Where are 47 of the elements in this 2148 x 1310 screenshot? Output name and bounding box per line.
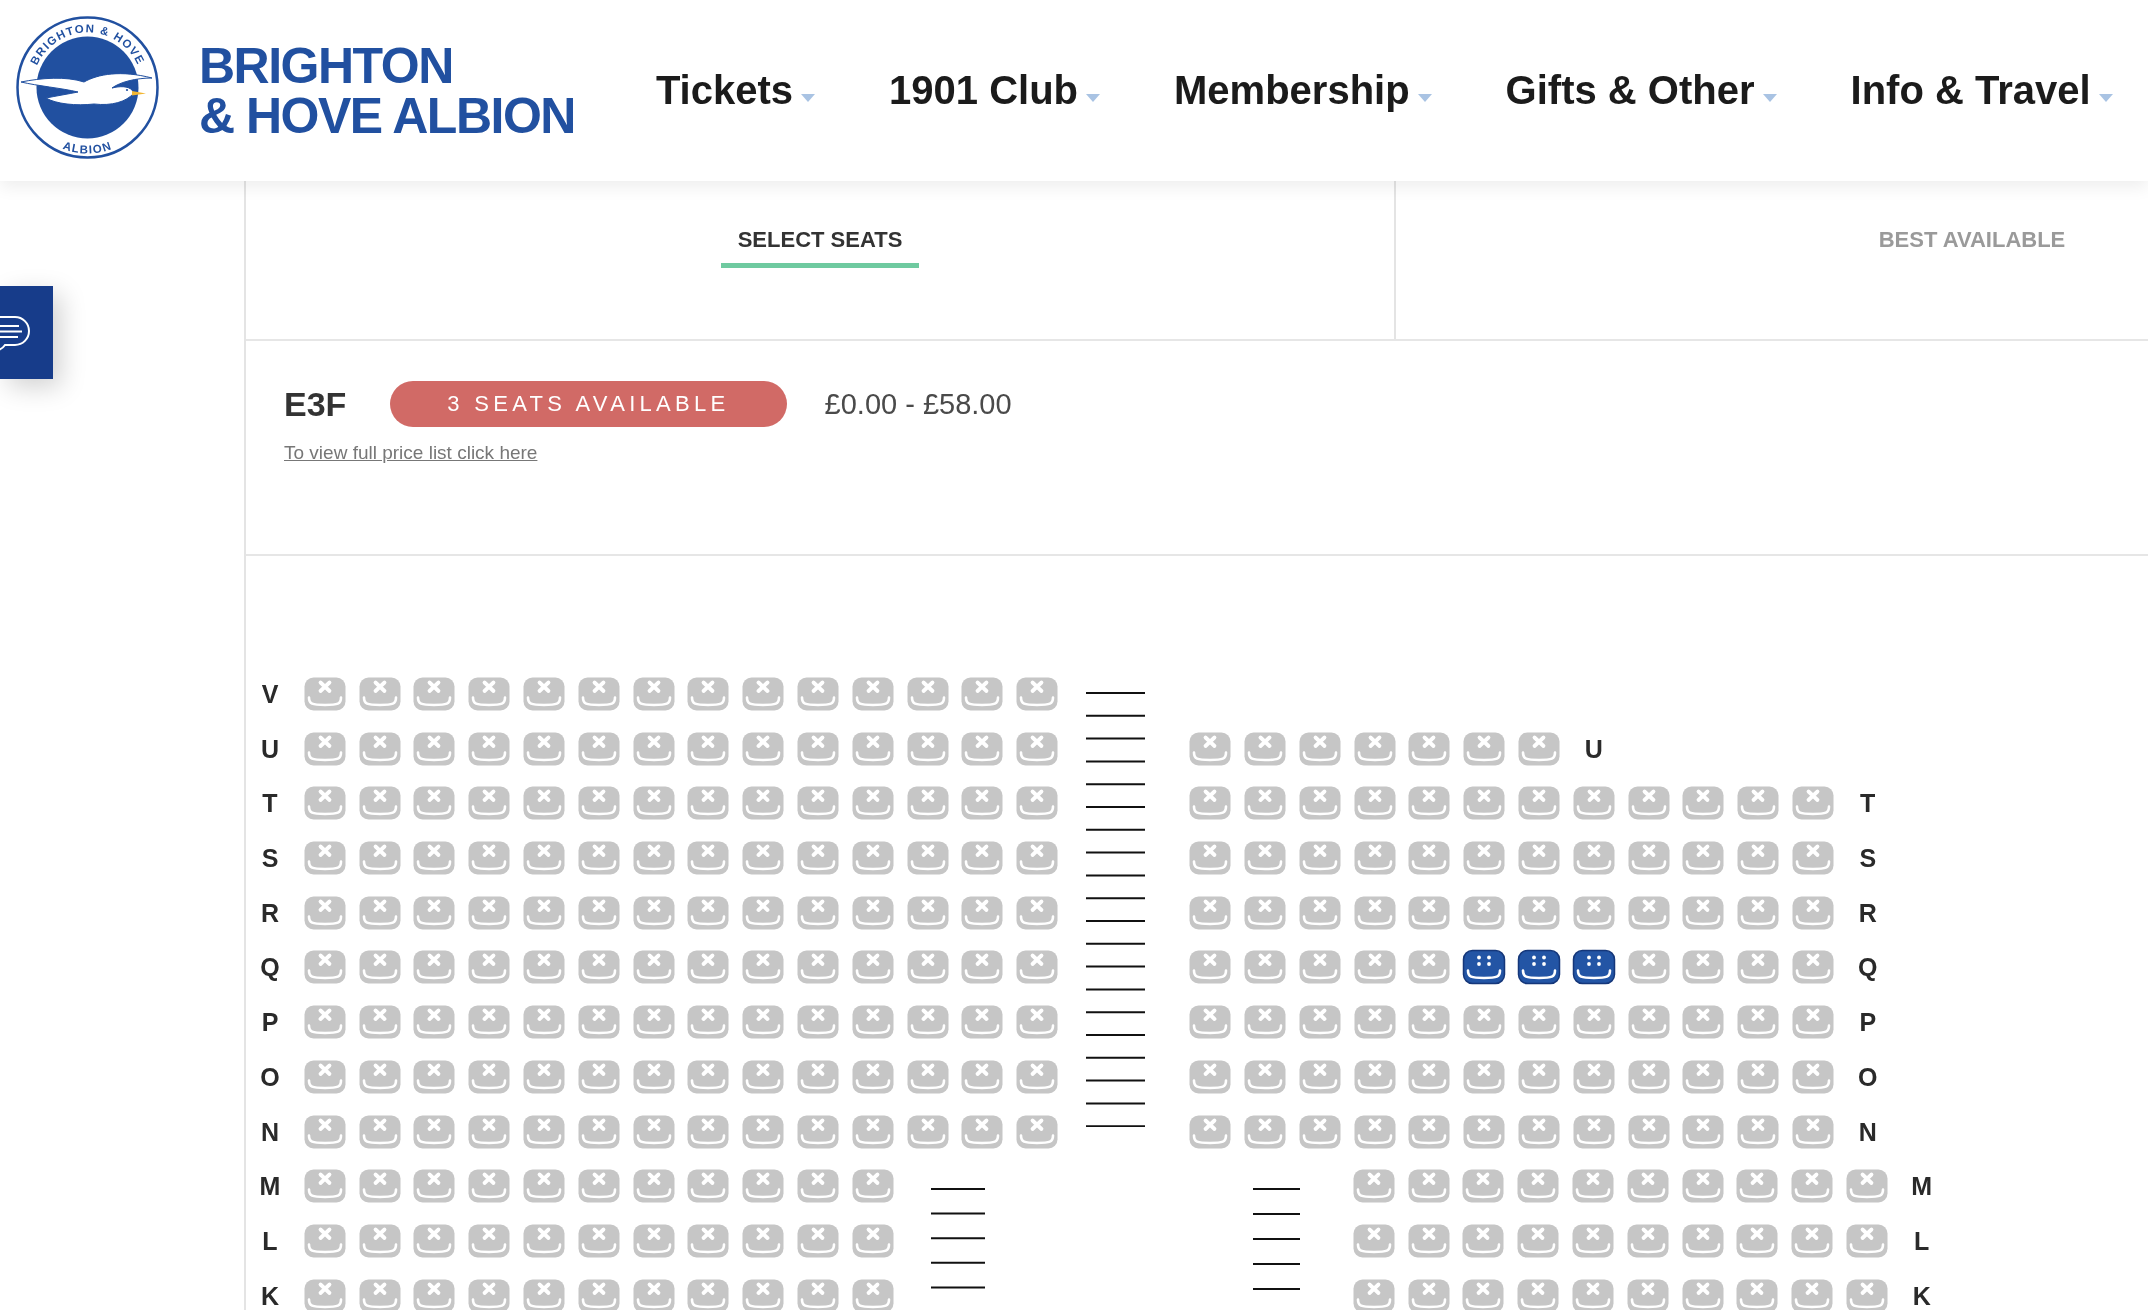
crest-text: ALBION (61, 139, 114, 156)
row-label: O (1858, 1062, 1878, 1091)
stairs-icon (1252, 1188, 1300, 1291)
row-label: S (1859, 844, 1877, 873)
row-label: M (259, 1172, 281, 1201)
row-label: V (261, 680, 279, 708)
row-label: K (1912, 1281, 1931, 1310)
price-list-link[interactable]: To view full price list click here (284, 442, 538, 464)
caret-icon (1417, 93, 1432, 102)
seat-icon[interactable] (1571, 949, 1616, 986)
row-label: R (260, 898, 280, 927)
price-range: £0.00 - £58.00 (824, 387, 1012, 421)
row-label: T (1860, 789, 1876, 818)
row-label: O (260, 1062, 280, 1091)
nav-menu-item[interactable]: Tickets (655, 68, 816, 113)
nav-menu-item[interactable]: Gifts & Other (1505, 68, 1777, 113)
seat-icon[interactable] (1462, 949, 1507, 986)
row-label: M (1911, 1172, 1933, 1201)
row-label: P (261, 1008, 279, 1037)
row-label: L (262, 1226, 278, 1255)
wordmark-logo[interactable]: BRIGHTON & HOVE ALBION (199, 40, 575, 141)
caret-icon (1762, 93, 1777, 102)
seat-icon[interactable] (1516, 949, 1561, 986)
nav-menu-item[interactable]: Membership (1174, 68, 1432, 113)
caret-icon (1086, 93, 1100, 102)
chat-button[interactable] (0, 286, 53, 379)
caret-icon (2098, 93, 2113, 102)
row-label: U (260, 734, 280, 763)
caret-icon (801, 93, 816, 102)
row-label: R (1858, 898, 1877, 927)
row-label: T (262, 789, 278, 818)
section-name: E3F (284, 384, 347, 424)
row-label: N (1858, 1117, 1877, 1146)
row-label: N (260, 1117, 280, 1146)
row-label: K (260, 1281, 280, 1310)
row-label: L (1914, 1226, 1930, 1255)
stairs-icon (1086, 692, 1146, 1128)
nav-menu-item[interactable]: Info & Travel (1850, 68, 2113, 113)
row-label: S (261, 844, 279, 873)
row-label: Q (260, 953, 280, 982)
row-label: P (1859, 1008, 1877, 1037)
nav-menu-item[interactable]: 1901 Club (889, 68, 1100, 113)
availability-badge: 3 SEATS AVAILABLE (390, 381, 787, 427)
row-label: U (1584, 734, 1603, 763)
tab[interactable]: SELECT SEATS (720, 227, 920, 268)
row-label: Q (1858, 953, 1878, 982)
stairs-icon (930, 1188, 985, 1289)
